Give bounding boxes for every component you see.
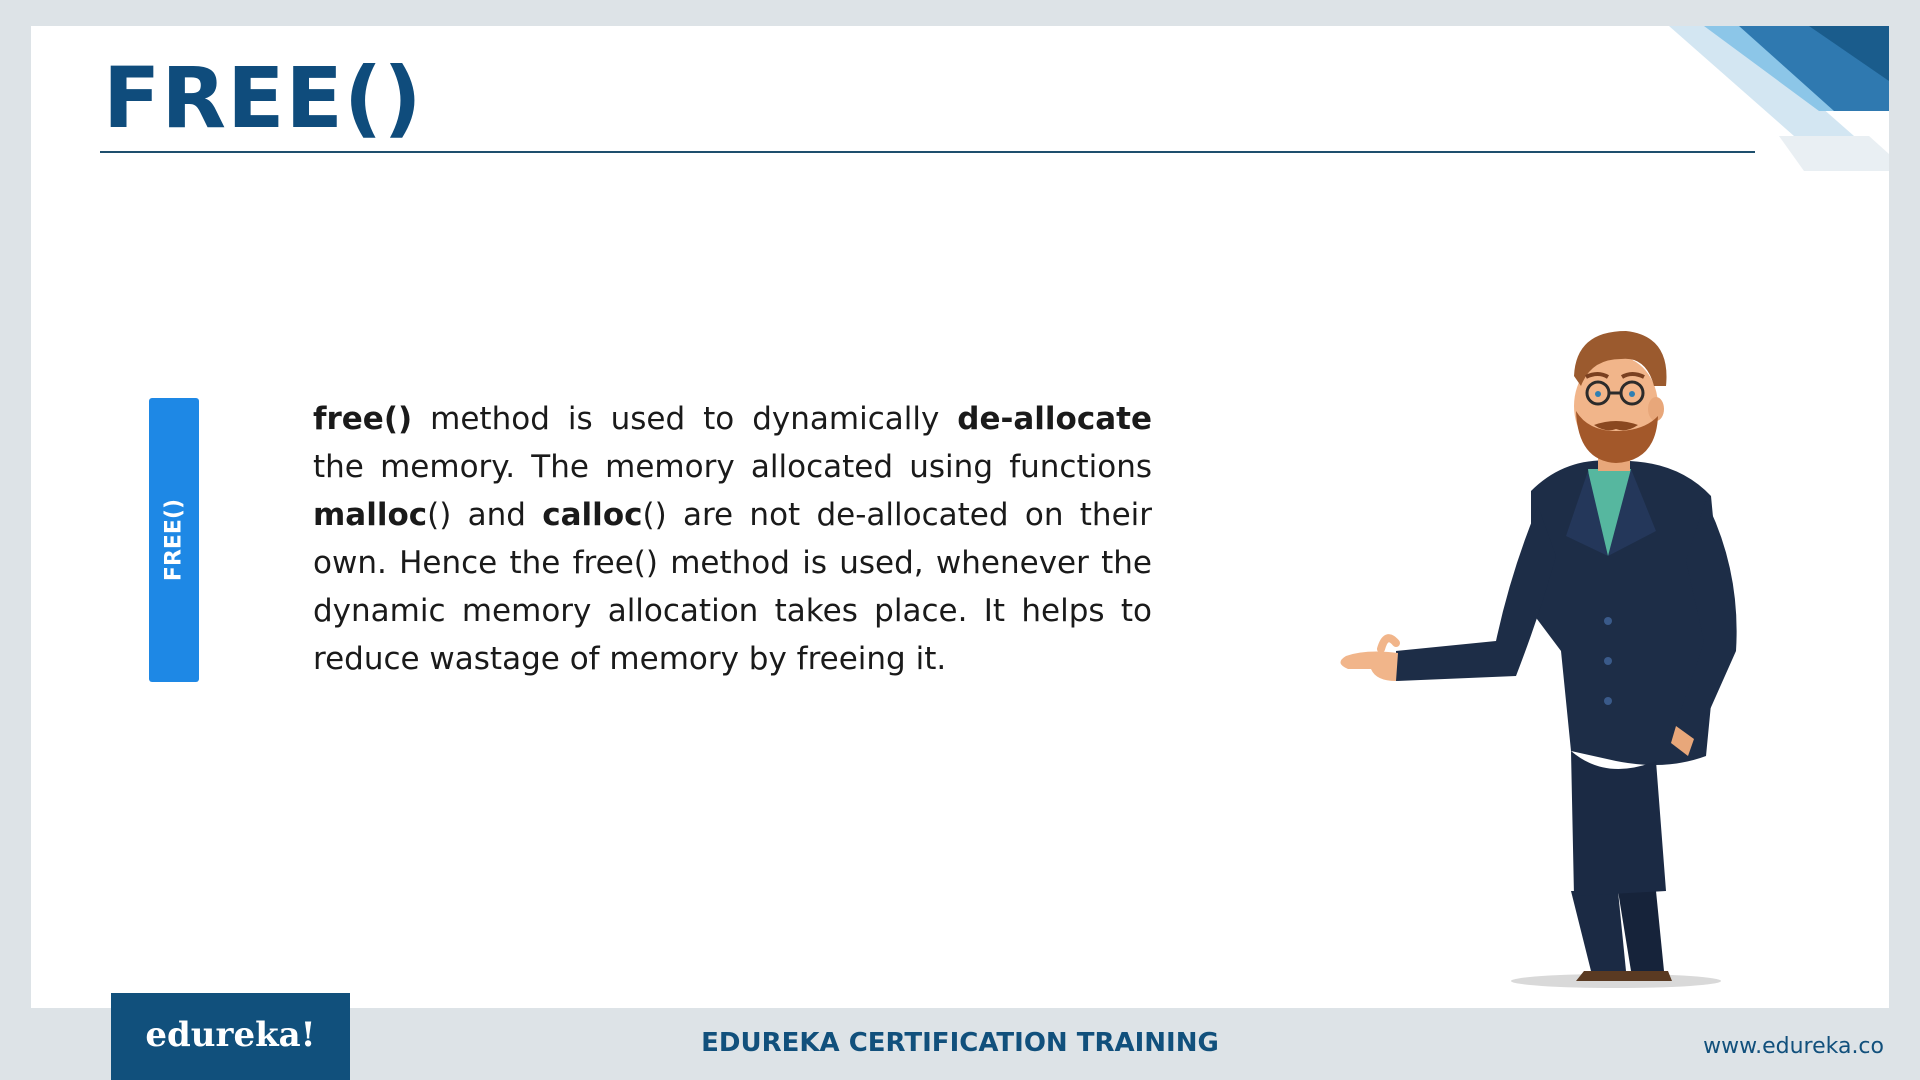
presenter-man-illustration: [1340, 331, 1737, 988]
body-text-run: () and: [427, 497, 543, 533]
body-bold-run: de-allocate: [957, 401, 1152, 437]
footer-title: EDUREKA CERTIFICATION TRAINING: [701, 1028, 1219, 1058]
side-tab-label: FREE(): [161, 498, 187, 582]
page-title: FREE(): [103, 49, 423, 147]
body-paragraph: free() method is used to dynamically de-…: [313, 395, 1152, 683]
body-text-run: method is used to dynamically: [412, 401, 958, 437]
body-bold-run: malloc: [313, 497, 428, 533]
body-text-run: the memory. The memory allocated using f…: [313, 449, 1152, 485]
corner-stripes-decoration: [1669, 26, 1889, 171]
side-tab: FREE(): [149, 398, 199, 682]
slide: FREE() FREE() free() method is used to d…: [31, 26, 1889, 1008]
title-divider: [100, 151, 1755, 153]
footer-url: www.edureka.co: [1703, 1034, 1884, 1059]
body-bold-run: calloc: [542, 497, 643, 533]
body-bold-run: free(): [313, 401, 413, 437]
